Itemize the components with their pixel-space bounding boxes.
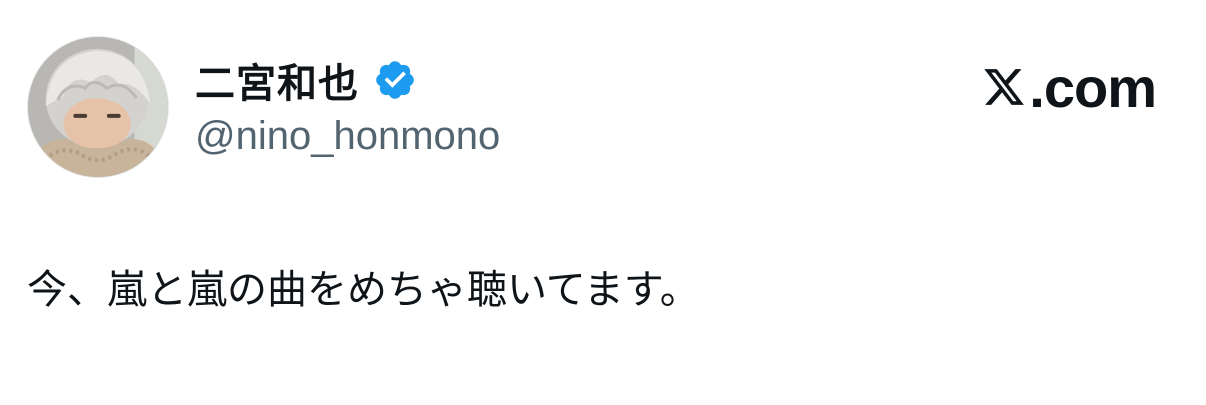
display-name[interactable]: 二宮和也 [195, 51, 359, 109]
tweet-text: 今、嵐と嵐の曲をめちゃ聴いてます。 [27, 267, 700, 313]
verified-badge-icon [376, 61, 414, 99]
x-logo-icon [984, 69, 1025, 105]
brand-watermark: .com [981, 55, 1157, 119]
avatar[interactable] [27, 36, 169, 178]
brand-domain: .com [1029, 55, 1157, 119]
user-handle[interactable]: @nino_honmono [195, 114, 500, 159]
profile-photo-icon [28, 37, 168, 177]
author-name-row: 二宮和也 [195, 52, 417, 108]
